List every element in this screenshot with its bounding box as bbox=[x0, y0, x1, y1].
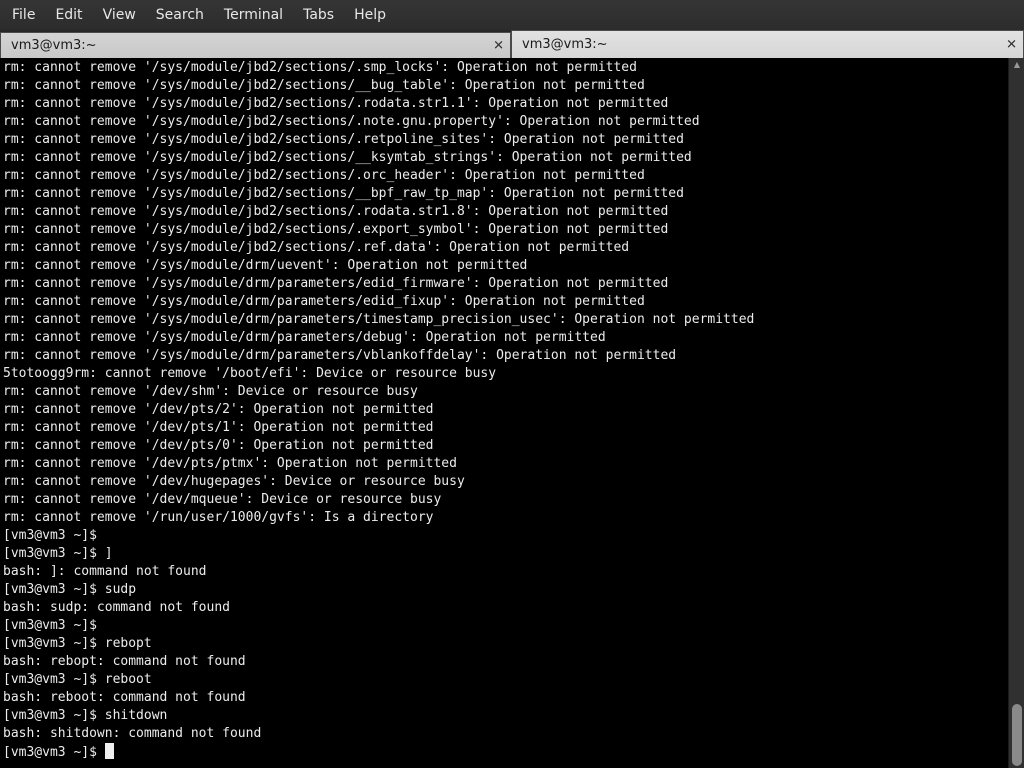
menu-file[interactable]: File bbox=[6, 0, 41, 30]
terminal-lines: rm: cannot remove '/sys/module/jbd2/sect… bbox=[3, 59, 1008, 743]
terminal-line: rm: cannot remove '/sys/module/jbd2/sect… bbox=[3, 114, 700, 129]
tab-1[interactable]: vm3@vm3:~ ✕ bbox=[0, 32, 511, 58]
text-cursor bbox=[104, 743, 114, 759]
terminal-line: rm: cannot remove '/dev/pts/ptmx': Opera… bbox=[3, 456, 457, 471]
terminal-line: rm: cannot remove '/sys/module/jbd2/sect… bbox=[3, 78, 645, 93]
terminal-line: rm: cannot remove '/dev/pts/1': Operatio… bbox=[3, 420, 434, 435]
terminal-line: bash: shitdown: command not found bbox=[3, 726, 262, 741]
terminal-output[interactable]: rm: cannot remove '/sys/module/jbd2/sect… bbox=[0, 58, 1008, 768]
terminal-line: [vm3@vm3 ~]$ rebopt bbox=[3, 636, 152, 651]
terminal-line: [vm3@vm3 ~]$ bbox=[3, 528, 97, 543]
terminal-line: rm: cannot remove '/sys/module/jbd2/sect… bbox=[3, 222, 669, 237]
vertical-scrollbar[interactable]: ▲ bbox=[1008, 58, 1024, 768]
terminal-window: File Edit View Search Terminal Tabs Help… bbox=[0, 0, 1024, 768]
terminal-line: [vm3@vm3 ~]$ shitdown bbox=[3, 708, 168, 723]
menu-view[interactable]: View bbox=[97, 0, 142, 30]
menu-terminal[interactable]: Terminal bbox=[218, 0, 289, 30]
menu-search[interactable]: Search bbox=[150, 0, 210, 30]
terminal-line: rm: cannot remove '/sys/module/jbd2/sect… bbox=[3, 132, 684, 147]
terminal-line: [vm3@vm3 ~]$ ] bbox=[3, 546, 113, 561]
terminal-line: rm: cannot remove '/sys/module/jbd2/sect… bbox=[3, 204, 669, 219]
terminal-line: rm: cannot remove '/dev/pts/0': Operatio… bbox=[3, 438, 434, 453]
terminal-line: bash: rebopt: command not found bbox=[3, 654, 246, 669]
terminal-line: rm: cannot remove '/run/user/1000/gvfs':… bbox=[3, 510, 434, 525]
terminal-line: rm: cannot remove '/sys/module/jbd2/sect… bbox=[3, 60, 637, 75]
terminal-line: rm: cannot remove '/sys/module/jbd2/sect… bbox=[3, 168, 645, 183]
terminal-line: rm: cannot remove '/dev/mqueue': Device … bbox=[3, 492, 442, 507]
terminal-line: bash: ]: command not found bbox=[3, 564, 207, 579]
close-icon[interactable]: ✕ bbox=[493, 39, 504, 52]
menu-help[interactable]: Help bbox=[348, 0, 392, 30]
terminal-line: rm: cannot remove '/sys/module/drm/param… bbox=[3, 312, 755, 327]
tab-2-label: vm3@vm3:~ bbox=[522, 37, 608, 52]
terminal-line: rm: cannot remove '/sys/module/drm/param… bbox=[3, 276, 669, 291]
terminal-line: rm: cannot remove '/sys/module/drm/param… bbox=[3, 294, 645, 309]
terminal-line: rm: cannot remove '/sys/module/jbd2/sect… bbox=[3, 240, 630, 255]
terminal-line: rm: cannot remove '/sys/module/jbd2/sect… bbox=[3, 150, 692, 165]
menu-edit[interactable]: Edit bbox=[49, 0, 88, 30]
tab-2[interactable]: vm3@vm3:~ ✕ bbox=[511, 30, 1024, 58]
scrollbar-thumb[interactable] bbox=[1012, 704, 1022, 766]
terminal-line: rm: cannot remove '/sys/module/drm/param… bbox=[3, 348, 677, 363]
terminal-line: 5totoogg9rm: cannot remove '/boot/efi': … bbox=[3, 366, 497, 381]
current-prompt-line[interactable]: [vm3@vm3 ~]$ bbox=[3, 743, 1008, 761]
scroll-up-icon[interactable]: ▲ bbox=[1012, 60, 1022, 70]
tab-1-label: vm3@vm3:~ bbox=[11, 38, 97, 53]
terminal-line: rm: cannot remove '/sys/module/jbd2/sect… bbox=[3, 186, 684, 201]
terminal-line: [vm3@vm3 ~]$ reboot bbox=[3, 672, 152, 687]
prompt-text: [vm3@vm3 ~]$ bbox=[3, 745, 105, 760]
terminal-line: bash: sudp: command not found bbox=[3, 600, 230, 615]
terminal-line: rm: cannot remove '/sys/module/drm/param… bbox=[3, 330, 606, 345]
terminal-line: bash: reboot: command not found bbox=[3, 690, 246, 705]
terminal-line: rm: cannot remove '/dev/pts/2': Operatio… bbox=[3, 402, 434, 417]
menu-tabs[interactable]: Tabs bbox=[297, 0, 340, 30]
terminal-line: rm: cannot remove '/sys/module/jbd2/sect… bbox=[3, 96, 669, 111]
close-icon[interactable]: ✕ bbox=[1006, 38, 1017, 51]
terminal-line: rm: cannot remove '/dev/hugepages': Devi… bbox=[3, 474, 465, 489]
terminal-line: [vm3@vm3 ~]$ bbox=[3, 618, 97, 633]
terminal-line: [vm3@vm3 ~]$ sudp bbox=[3, 582, 137, 597]
terminal-line: rm: cannot remove '/dev/shm': Device or … bbox=[3, 384, 418, 399]
terminal-line: rm: cannot remove '/sys/module/drm/ueven… bbox=[3, 258, 528, 273]
menu-bar: File Edit View Search Terminal Tabs Help bbox=[0, 0, 1024, 30]
tab-bar: vm3@vm3:~ ✕ vm3@vm3:~ ✕ bbox=[0, 30, 1024, 58]
